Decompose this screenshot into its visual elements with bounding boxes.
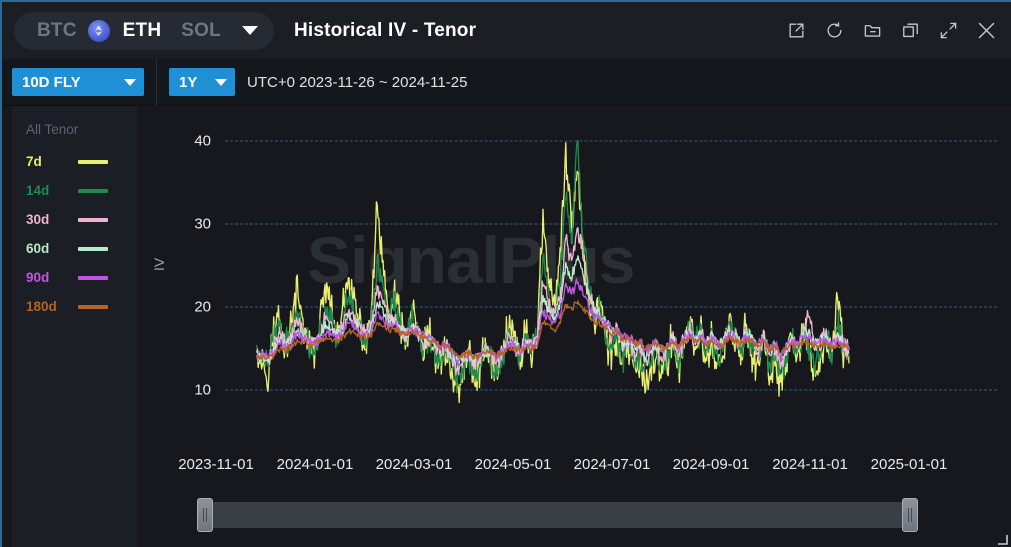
plot-area[interactable]: SignalPlus IV 40 30 20 10 2023-11-01 2024-01… [137,106,1011,547]
legend-item-swatch [78,217,108,222]
header-actions [785,20,997,42]
series-line-14d [257,141,849,393]
legend-item-label: 60d [26,241,50,256]
legend-item-swatch [78,188,108,193]
asset-tab-eth[interactable]: ETH [114,12,171,50]
x-axis-tick-label: 2024-11-01 [772,456,848,473]
page-title: Historical IV - Tenor [293,19,477,41]
duplicate-icon[interactable] [899,20,921,42]
toolbar-divider [156,58,157,106]
y-axis-tick-label: 10 [194,381,211,399]
product-select-value: 10D FLY [22,73,81,91]
refresh-icon[interactable] [823,20,845,42]
x-axis-tick-label: 2024-01-01 [276,456,354,473]
legend-item-14d[interactable]: 14d [12,176,137,205]
series-line-7d [257,143,849,403]
legend-item-60d[interactable]: 60d [12,234,137,263]
legend-item-180d[interactable]: 180d [12,292,137,321]
legend-title: All Tenor [26,122,79,137]
x-axis-tick-label: 2024-05-01 [474,456,552,473]
range-slider-handle-start[interactable] [197,498,213,532]
legend-item-label: 180d [26,299,57,314]
y-axis-ticks: 40 30 20 10 [151,106,211,547]
chevron-down-icon [124,78,136,86]
external-link-icon[interactable] [785,20,807,42]
panel-header: BTC ETH SOL Historical IV - Tenor [2,2,1011,59]
legend-item-label: 14d [26,183,50,198]
close-icon[interactable] [975,20,997,42]
legend-item-7d[interactable]: 7d [12,147,137,176]
date-range-label: UTC+0 2023-11-26 ~ 2024-11-25 [247,73,468,91]
expand-icon[interactable] [937,20,959,42]
legend-item-label: 90d [26,270,50,285]
legend-item-swatch [78,275,108,280]
period-select-value: 1Y [179,73,198,91]
asset-tab-sol[interactable]: SOL [172,12,230,50]
legend-item-30d[interactable]: 30d [12,205,137,234]
chart-toolbar: 10D FLY 1Y UTC+0 2023-11-26 ~ 2024-11-25 [2,58,1011,106]
product-select[interactable]: 10D FLY [12,68,144,96]
tenor-legend: All Tenor 7d 14d 30d 60d 90d 180d [12,106,137,547]
eth-token-icon [87,19,110,42]
y-axis-tick-label: 20 [194,298,211,316]
y-axis-tick-label: 30 [194,215,211,233]
asset-selector[interactable]: BTC ETH SOL [14,11,274,50]
range-slider-track[interactable] [197,498,918,532]
chevron-down-icon[interactable] [241,26,258,35]
legend-item-swatch [78,304,108,309]
chevron-down-icon [215,78,227,86]
x-axis-tick-label: 2024-07-01 [573,456,651,473]
series-lines [225,106,997,547]
x-axis-tick-label: 2024-03-01 [375,456,453,473]
legend-item-swatch [78,246,108,251]
legend-item-swatch [78,159,108,164]
range-slider-handle-end[interactable] [902,498,918,532]
legend-rows: 7d 14d 30d 60d 90d 180d [12,147,137,321]
chart-panel: BTC ETH SOL Historical IV - Tenor 10D FL… [0,0,1011,547]
period-select[interactable]: 1Y [169,68,235,96]
legend-item-label: 30d [26,212,50,227]
legend-item-90d[interactable]: 90d [12,263,137,292]
x-axis-tick-label: 2024-09-01 [672,456,750,473]
legend-item-label: 7d [26,154,42,169]
asset-tab-btc[interactable]: BTC [28,12,86,50]
range-slider-area [2,488,1011,547]
y-axis-tick-label: 40 [194,132,211,150]
chart-body: All Tenor 7d 14d 30d 60d 90d 180d SignalPlus … [2,106,1011,547]
x-axis-tick-label: 2025-01-01 [870,456,948,473]
folder-minus-icon[interactable] [861,20,883,42]
x-axis-tick-label: 2023-11-01 [178,456,254,473]
